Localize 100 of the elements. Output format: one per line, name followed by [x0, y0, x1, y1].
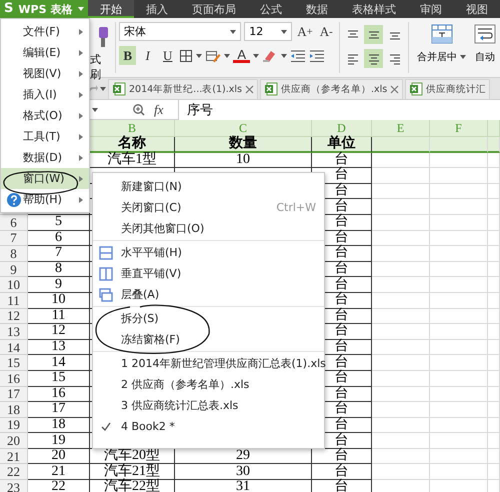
- row-number[interactable]: 7: [0, 230, 28, 246]
- merge-cells-icon[interactable]: [430, 24, 452, 44]
- row-number[interactable]: 9: [0, 262, 28, 278]
- menu-item[interactable]: 帮助(H): [1, 189, 89, 210]
- font-size-dropdown[interactable]: 12: [244, 22, 292, 41]
- ribbon-tab[interactable]: 插入: [134, 0, 180, 18]
- table-cell: [372, 324, 430, 340]
- table-cell: [430, 355, 488, 371]
- caret-icon[interactable]: [230, 30, 236, 34]
- ribbon-tab[interactable]: 公式: [248, 0, 294, 18]
- ribbon-tab[interactable]: 页面布局: [180, 0, 248, 18]
- table-cell: 台: [312, 464, 372, 480]
- font-name-dropdown[interactable]: 宋体: [119, 22, 242, 41]
- header-cell: [488, 137, 500, 153]
- table-cell: [488, 152, 500, 168]
- table-cell: [372, 433, 430, 449]
- menu-item[interactable]: 工具(T): [1, 126, 89, 147]
- merge-center-button[interactable]: 合并居中: [417, 50, 466, 64]
- row-number[interactable]: 19: [0, 418, 28, 434]
- borders-icon[interactable]: [179, 48, 194, 62]
- header-cell: 数量: [175, 137, 312, 153]
- table-cell: 16: [28, 386, 90, 402]
- row-number[interactable]: 22: [0, 464, 28, 480]
- table-cell: [488, 433, 500, 449]
- row-number[interactable]: 6: [0, 214, 28, 231]
- function-label[interactable]: fx: [154, 102, 170, 118]
- table-cell: [488, 386, 500, 402]
- caret-icon[interactable]: [281, 54, 288, 58]
- row-number[interactable]: 12: [0, 308, 28, 324]
- table-cell: 15: [28, 370, 90, 386]
- ribbon-tab[interactable]: 数据: [294, 0, 340, 18]
- caret-icon[interactable]: [253, 54, 260, 58]
- tab-label: 供应商统计汇: [426, 82, 486, 96]
- table-cell: [430, 277, 488, 293]
- row-number[interactable]: 18: [0, 402, 28, 418]
- menu-item[interactable]: 格式(O): [1, 105, 89, 126]
- align-middle-button[interactable]: [364, 25, 384, 44]
- caret-icon[interactable]: [196, 54, 202, 58]
- row-number[interactable]: 16: [0, 370, 28, 386]
- table-cell: [372, 214, 430, 231]
- document-tab[interactable]: 2014年新世纪...表(1).xls: [108, 78, 258, 98]
- app-title: WPS 表格: [18, 2, 72, 16]
- row-number[interactable]: 23: [0, 480, 28, 492]
- app-menu-button[interactable]: S WPS 表格: [0, 0, 88, 18]
- font-color-button[interactable]: A: [233, 48, 250, 63]
- table-cell: 21: [28, 464, 90, 480]
- table-cell: [430, 448, 488, 464]
- table-cell: [372, 246, 430, 262]
- table-cell: 汽车22型: [90, 480, 175, 492]
- menu-item[interactable]: 文件(F): [1, 21, 89, 42]
- ribbon-tab[interactable]: 审阅: [408, 0, 454, 18]
- row-number[interactable]: 15: [0, 355, 28, 371]
- ribbon-tab[interactable]: 视图: [454, 0, 500, 18]
- document-tab[interactable]: 供应商（参考名单）.xls: [260, 78, 404, 98]
- row-number[interactable]: 14: [0, 340, 28, 356]
- caret-icon[interactable]: [281, 30, 288, 34]
- table-cell: [488, 355, 500, 371]
- italic-button[interactable]: I: [139, 46, 156, 65]
- table-cell: [488, 370, 500, 386]
- table-cell: [488, 214, 500, 231]
- menu-item[interactable]: 视图(V): [1, 63, 89, 84]
- ribbon-tab[interactable]: 表格样式: [340, 0, 408, 18]
- table-cell: [488, 402, 500, 418]
- close-icon[interactable]: [390, 84, 400, 94]
- table-cell: [488, 168, 500, 184]
- align-center-button[interactable]: [364, 49, 384, 68]
- increase-indent-icon[interactable]: [309, 48, 326, 62]
- row-number[interactable]: 13: [0, 324, 28, 340]
- table-cell: [488, 418, 500, 434]
- row-number[interactable]: 11: [0, 292, 28, 309]
- table-cell: [430, 464, 488, 480]
- table-cell: 11: [28, 308, 90, 324]
- row-number[interactable]: 21: [0, 448, 28, 464]
- table-cell: [430, 340, 488, 356]
- close-icon[interactable]: [244, 84, 254, 94]
- menu-item[interactable]: 插入(I): [1, 84, 89, 105]
- table-cell: [488, 246, 500, 262]
- table-cell: [372, 355, 430, 371]
- pencil-grid-icon[interactable]: [205, 48, 222, 62]
- table-cell: [430, 418, 488, 434]
- table-cell: 9: [28, 277, 90, 293]
- table-cell: [372, 292, 430, 309]
- row-number[interactable]: 8: [0, 246, 28, 262]
- decrease-indent-icon[interactable]: [290, 48, 306, 62]
- bold-button[interactable]: B: [119, 46, 136, 65]
- table-cell: 18: [28, 418, 90, 434]
- wrap-text-button[interactable]: 自动: [475, 50, 495, 64]
- menu-item[interactable]: 数据(D): [1, 147, 89, 168]
- table-cell: 10: [28, 292, 90, 309]
- document-tab[interactable]: 供应商统计汇: [405, 78, 490, 98]
- caret-icon[interactable]: [224, 54, 230, 58]
- row-number[interactable]: 17: [0, 386, 28, 402]
- underline-button[interactable]: U: [159, 46, 176, 65]
- menu-item[interactable]: 编辑(E): [1, 42, 89, 63]
- wrap-text-icon[interactable]: [474, 24, 496, 44]
- row-number[interactable]: 10: [0, 277, 28, 293]
- formula-input[interactable]: 序号: [178, 100, 500, 120]
- row-number[interactable]: 20: [0, 433, 28, 449]
- ribbon-tab[interactable]: 开始: [88, 0, 134, 18]
- menu-item[interactable]: 窗口(W): [1, 168, 89, 189]
